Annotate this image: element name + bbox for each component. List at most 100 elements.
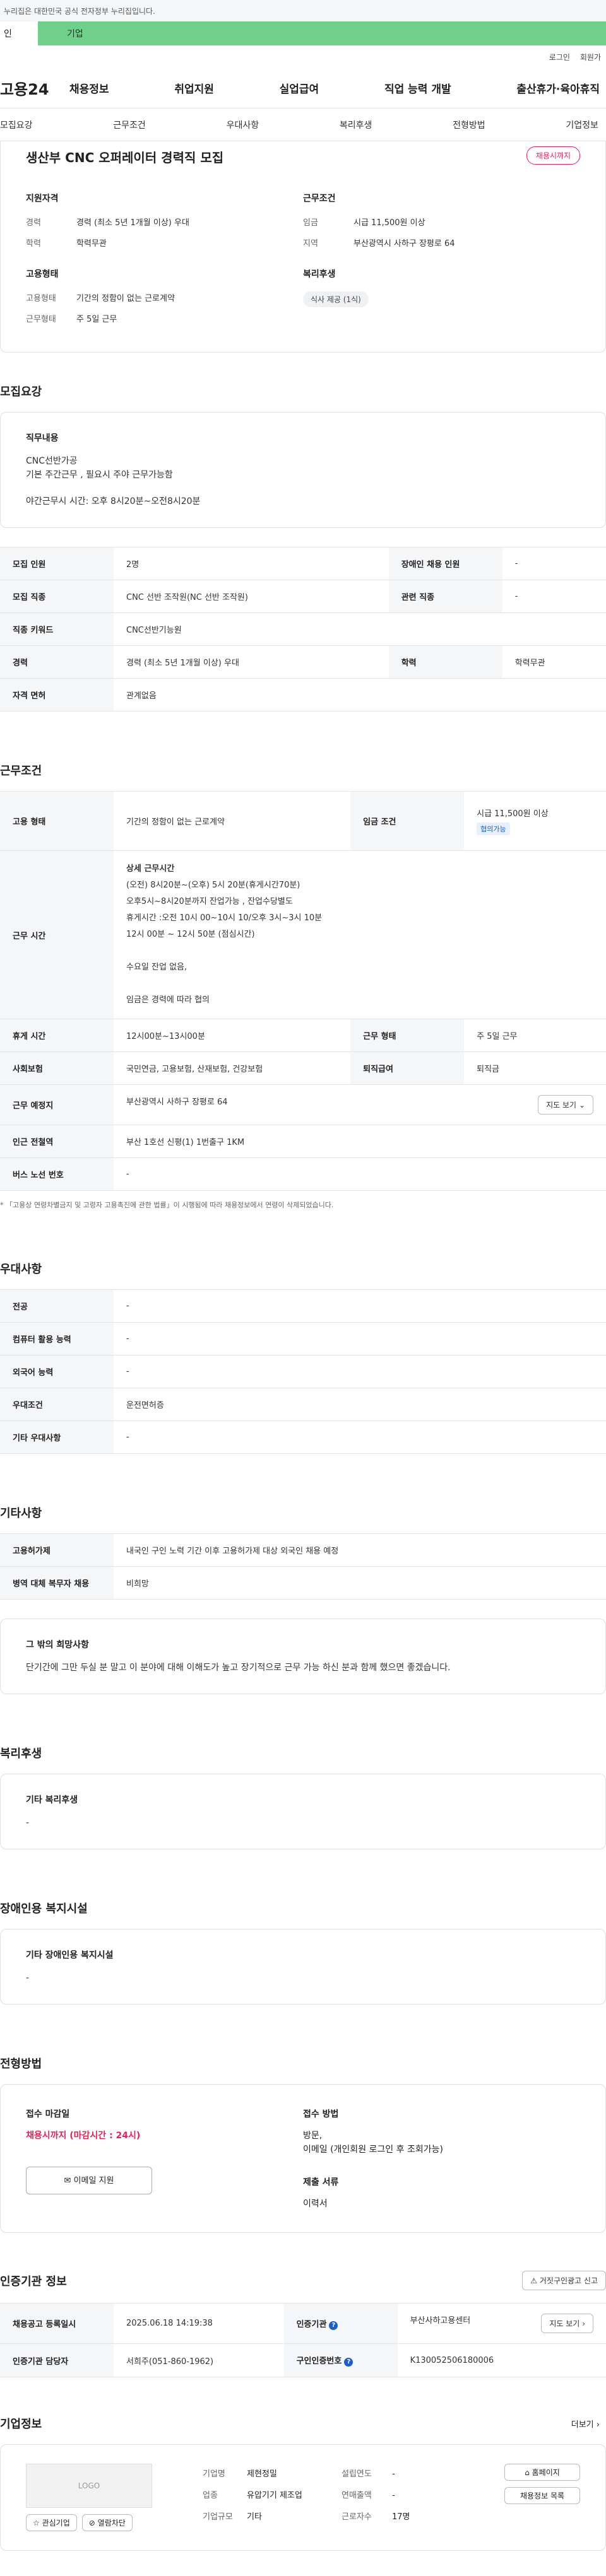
table-cell: 시급 11,500원 이상협의가능 bbox=[464, 791, 606, 851]
wage-text: 시급 11,500원 이상 bbox=[477, 809, 549, 819]
site-logo[interactable]: 고용24 bbox=[0, 77, 69, 99]
table-header: 경력 bbox=[0, 645, 114, 679]
welfare-value: - bbox=[26, 1818, 30, 1828]
table-cell: 운전면허증 bbox=[114, 1388, 606, 1421]
sales-value: - bbox=[392, 2491, 395, 2500]
duty-heading: 직무내용 bbox=[26, 433, 59, 443]
company-more-link[interactable]: 더보기 › bbox=[571, 2418, 606, 2430]
anchor-welfare[interactable]: 복리후생 bbox=[340, 119, 372, 131]
disabled-value: - bbox=[26, 1973, 30, 1983]
favorite-company-button[interactable]: ☆ 관심기업 bbox=[26, 2514, 77, 2531]
email-apply-button[interactable]: ✉ 이메일 지원 bbox=[26, 2167, 152, 2194]
table-header: 퇴직급여 bbox=[350, 1051, 465, 1085]
email-apply-label: 이메일 지원 bbox=[73, 2176, 114, 2186]
tab-individual[interactable]: 인 bbox=[0, 21, 38, 45]
table-cell: 부산사하고용센터 지도 보기 › bbox=[397, 2303, 606, 2344]
work-table: 고용 형태 기간의 정함이 없는 근로계약 임금 조건 시급 11,500원 이… bbox=[0, 791, 606, 1191]
anchor-work[interactable]: 근무조건 bbox=[113, 119, 146, 131]
table-row: 휴게 시간 12시00분~13시00분 근무 형태 주 5일 근무 bbox=[0, 1019, 606, 1052]
gnb-vocational-training[interactable]: 직업 능력 개발 bbox=[384, 80, 451, 96]
gov-notice-text: 누리집은 대한민국 공식 전자정부 누리집입니다. bbox=[4, 6, 155, 16]
time-line: 휴게시간 :오전 10시 00~10시 10/오후 3시~3시 10분 bbox=[126, 913, 323, 923]
anchor-company[interactable]: 기업정보 bbox=[566, 119, 598, 131]
login-link[interactable]: 로그인 bbox=[549, 52, 570, 62]
time-line: 오후5시~8시20분까지 잔업가능 , 잔업수당별도 bbox=[126, 897, 293, 906]
table-header: 관련 직종 bbox=[388, 580, 502, 613]
method-line: 이메일 (개인회원 로그인 후 조회가능) bbox=[303, 2145, 443, 2155]
block-view-button[interactable]: ⊘ 열람차단 bbox=[81, 2514, 133, 2531]
industry-label: 업종 bbox=[203, 2491, 218, 2500]
report-icon: ⚠ bbox=[530, 2276, 538, 2285]
table-header: 직종 키워드 bbox=[0, 612, 114, 646]
gnb-employment-support[interactable]: 취업지원 bbox=[174, 80, 214, 96]
gnb-unemployment-benefit[interactable]: 실업급여 bbox=[280, 80, 319, 96]
gnb-maternity-leave[interactable]: 출산휴가·육아휴직 bbox=[516, 80, 600, 96]
table-header: 전공 bbox=[0, 1289, 114, 1323]
anchor-process[interactable]: 전형방법 bbox=[453, 119, 485, 131]
section-anchor-nav: 모집요강 근무조건 우대사항 복리후생 전형방법 기업정보 bbox=[0, 108, 606, 141]
map-button-label: 지도 보기 bbox=[546, 1101, 577, 1109]
company-more-label: 더보기 bbox=[571, 2420, 594, 2430]
table-cell: - bbox=[502, 547, 606, 580]
cert-section-title: 인증기관 정보 bbox=[0, 2274, 67, 2288]
global-nav: 고용24 채용정보 취업지원 실업급여 직업 능력 개발 출산휴가·육아휴직 bbox=[0, 68, 606, 108]
report-fake-ad-button[interactable]: ⚠ 거짓구인광고 신고 bbox=[522, 2271, 606, 2290]
chevron-down-icon: ⌄ bbox=[578, 1101, 585, 1109]
welfare-chip: 식사 제공 (1식) bbox=[303, 291, 369, 307]
industry-value: 유압기기 제조업 bbox=[247, 2491, 302, 2500]
table-cell: 학력무관 bbox=[502, 645, 606, 679]
table-cell: 경력 (최소 5년 1개월 이상) 우대 bbox=[114, 645, 389, 679]
time-line: 임금은 경력에 따라 협의 bbox=[126, 995, 210, 1005]
process-section-title: 전형방법 bbox=[0, 2058, 42, 2071]
duty-line: 야간근무시 시간: 오후 8시20분~오전8시20분 bbox=[26, 496, 201, 506]
duty-line: CNC선반가공 bbox=[26, 456, 78, 466]
employees-label: 근로자수 bbox=[342, 2512, 372, 2522]
table-row: 우대조건 운전면허증 bbox=[0, 1388, 606, 1421]
tab-company[interactable]: 기업 bbox=[38, 21, 606, 45]
table-cell: 내국인 구인 노력 기간 이후 고용허가제 대상 외국인 채용 예정 bbox=[114, 1533, 606, 1567]
table-row: 직종 키워드 CNC선반기능원 bbox=[0, 612, 606, 646]
other-wishes-box: 그 밖의 희망사항 단기간에 그만 두실 분 말고 이 분야에 대해 이해도가 … bbox=[0, 1619, 606, 1694]
job-title: 생산부 CNC 오퍼레이터 경력직 모집 bbox=[26, 150, 224, 165]
anchor-recruit[interactable]: 모집요강 bbox=[0, 119, 33, 131]
pref-section-title: 우대사항 bbox=[0, 1263, 42, 1276]
job-list-button[interactable]: 채용정보 목록 bbox=[504, 2487, 580, 2504]
career-value: 경력 (최소 5년 1개월 이상) 우대 bbox=[76, 218, 189, 228]
table-header: 버스 노선 번호 bbox=[0, 1157, 114, 1191]
table-row: 인증기관 담당자 서희주(051-860-1962) 구인인증번호? K1300… bbox=[0, 2343, 606, 2377]
table-cell: - bbox=[114, 1355, 606, 1388]
table-header: 구인인증번호? bbox=[283, 2343, 398, 2377]
signup-link[interactable]: 회원가 bbox=[580, 52, 601, 62]
gov-notice-bar: 누리집은 대한민국 공식 전자정부 누리집입니다. bbox=[0, 0, 606, 21]
company-logo: LOGO bbox=[26, 2464, 152, 2508]
mail-icon: ✉ bbox=[64, 2176, 71, 2186]
table-header: 임금 조건 bbox=[350, 791, 465, 851]
help-icon[interactable]: ? bbox=[329, 2321, 338, 2330]
edu-value: 학력무관 bbox=[76, 239, 107, 249]
negotiable-tag: 협의가능 bbox=[477, 823, 510, 835]
table-cell: K130052506180006 bbox=[397, 2343, 606, 2377]
wage-value: 시급 11,500원 이상 bbox=[354, 218, 425, 228]
table-header: 자격 면허 bbox=[0, 678, 114, 711]
age-note: * 「고용상 연령차별금지 및 고령자 고용촉진에 관한 법률」이 시행됨에 따… bbox=[0, 1201, 334, 1209]
table-cell: - bbox=[502, 580, 606, 613]
welfare-section-title: 복리후생 bbox=[0, 1747, 42, 1760]
time-line: 수요일 잔업 없음, bbox=[126, 963, 187, 972]
gnb-jobs[interactable]: 채용정보 bbox=[69, 80, 109, 96]
anchor-pref[interactable]: 우대사항 bbox=[227, 119, 259, 131]
org-map-button[interactable]: 지도 보기 › bbox=[541, 2314, 593, 2333]
table-row: 경력 경력 (최소 5년 1개월 이상) 우대 학력 학력무관 bbox=[0, 645, 606, 679]
utility-links: 로그인 회원가 bbox=[0, 45, 606, 68]
homepage-button[interactable]: ⌂ 홈페이지 bbox=[504, 2464, 580, 2481]
table-row: 근무 예정지 부산광역시 사하구 장평로 64 지도 보기 ⌄ bbox=[0, 1084, 606, 1125]
map-button[interactable]: 지도 보기 ⌄ bbox=[538, 1095, 593, 1115]
table-row: 채용공고 등록일시 2025.06.18 14:19:38 인증기관? 부산사하… bbox=[0, 2303, 606, 2344]
help-icon[interactable]: ? bbox=[344, 2358, 354, 2367]
table-row: 버스 노선 번호 - bbox=[0, 1157, 606, 1191]
time-line: 상세 근무시간 bbox=[126, 864, 175, 874]
work-time-detail: 상세 근무시간 (오전) 8시20분~(오후) 5시 20분(휴게시간70분) … bbox=[114, 850, 606, 1019]
table-row: 전공 - bbox=[0, 1289, 606, 1323]
etc-section-title: 기타사항 bbox=[0, 1507, 42, 1520]
company-name-label: 기업명 bbox=[203, 2469, 225, 2479]
founded-label: 설립연도 bbox=[342, 2469, 372, 2479]
